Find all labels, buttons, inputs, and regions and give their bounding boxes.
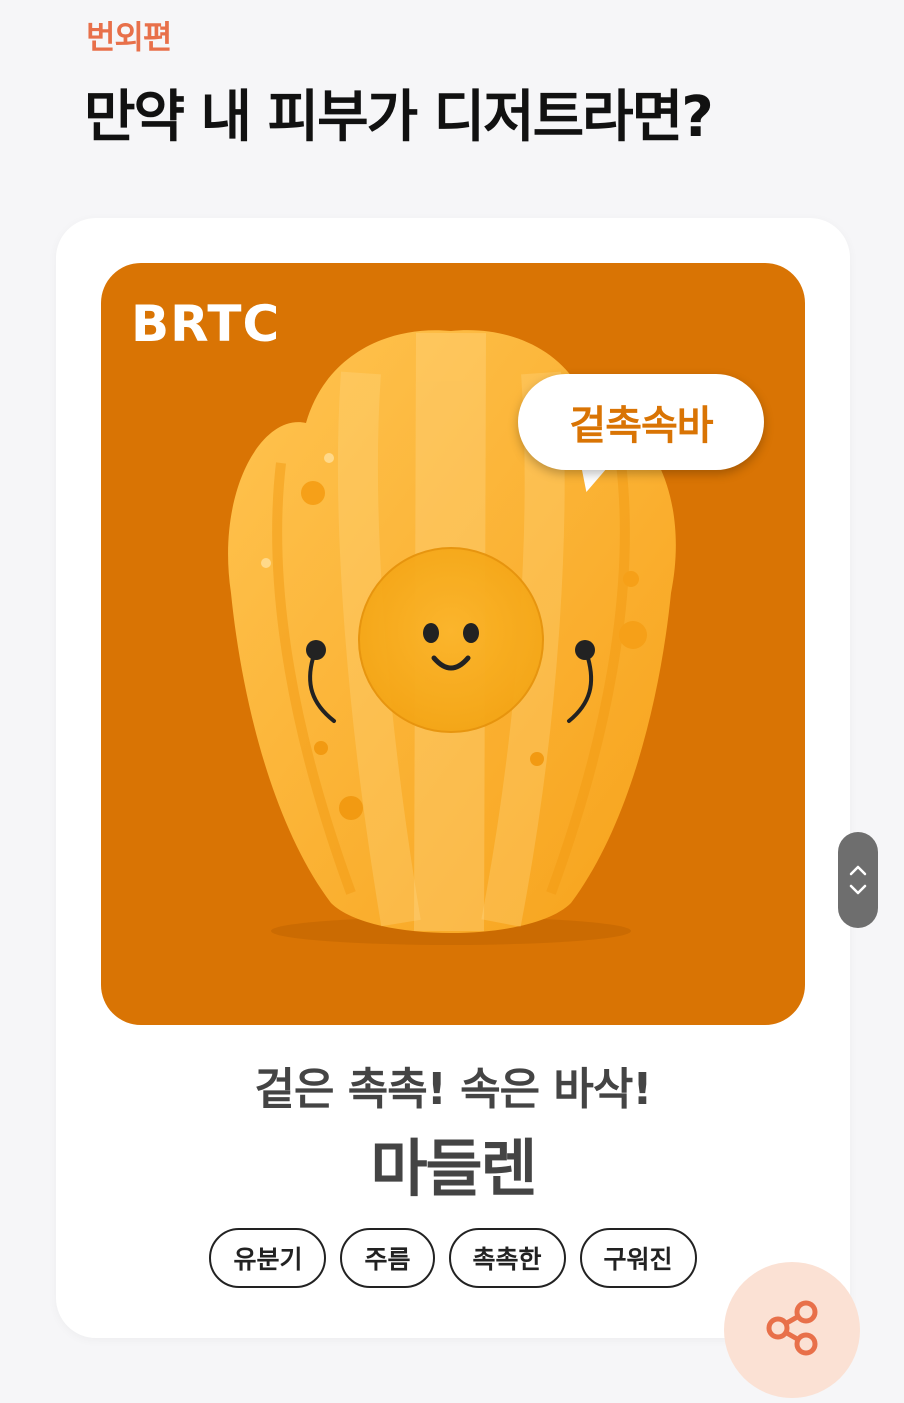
crumb-dot	[301, 481, 325, 505]
page-title: 만약 내 피부가 디저트라면?	[84, 85, 714, 150]
scroll-control[interactable]	[838, 832, 878, 928]
result-tagline: 겉은 촉촉! 속은 바삭!	[254, 1064, 653, 1115]
share-icon	[760, 1296, 824, 1364]
left-hand	[306, 640, 326, 660]
tag-list: 유분기 주름 촉촉한 구워진	[56, 1228, 850, 1288]
brand-logo: BRTC	[131, 295, 281, 353]
crumb-dot	[339, 796, 363, 820]
section-eyebrow: 번외편	[86, 18, 172, 56]
tag-chip: 주름	[340, 1228, 435, 1288]
result-card: BRTC 겉촉속바 겉은 촉촉! 속은 바삭! 마들렌 유분기 주름 촉촉한 구…	[56, 218, 850, 1338]
left-eye	[423, 623, 439, 643]
face-circle	[358, 547, 544, 733]
madeleine-illustration: BRTC 겉촉속바	[101, 263, 805, 1025]
page: 번외편 만약 내 피부가 디저트라면? BRTC 겉촉속바 겉은 촉촉! 속은 …	[0, 0, 904, 1403]
chevron-down-icon[interactable]	[849, 884, 867, 896]
tag-chip: 유분기	[209, 1228, 327, 1288]
share-button[interactable]	[724, 1262, 860, 1398]
speech-bubble: 겉촉속바	[518, 374, 764, 470]
right-eye	[463, 623, 479, 643]
crumb-dot	[530, 752, 544, 766]
tag-chip: 촉촉한	[448, 1228, 566, 1288]
crumb-dot	[324, 453, 334, 463]
chevron-up-icon[interactable]	[849, 864, 867, 876]
crumb-dot	[261, 558, 271, 568]
right-hand	[575, 640, 595, 660]
tag-chip: 구워진	[579, 1228, 697, 1288]
crumb-dot	[314, 741, 328, 755]
crumb-dot	[619, 621, 647, 649]
crumb-dot	[623, 571, 639, 587]
dessert-name: 마들렌	[370, 1132, 537, 1205]
